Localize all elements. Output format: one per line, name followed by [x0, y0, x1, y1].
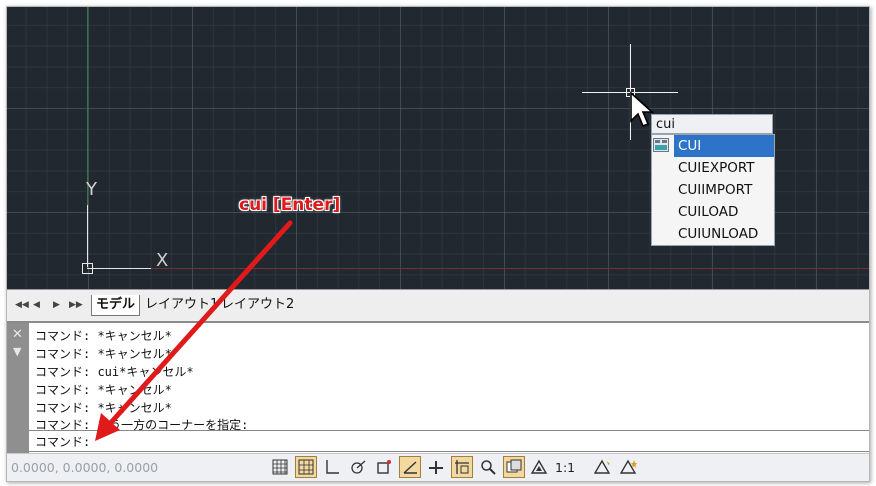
autocad-window: Y X cui CUI CUIEXPORT CUIIMPORT CUILOAD … [6, 6, 870, 482]
annotation-arrow [95, 220, 293, 441]
